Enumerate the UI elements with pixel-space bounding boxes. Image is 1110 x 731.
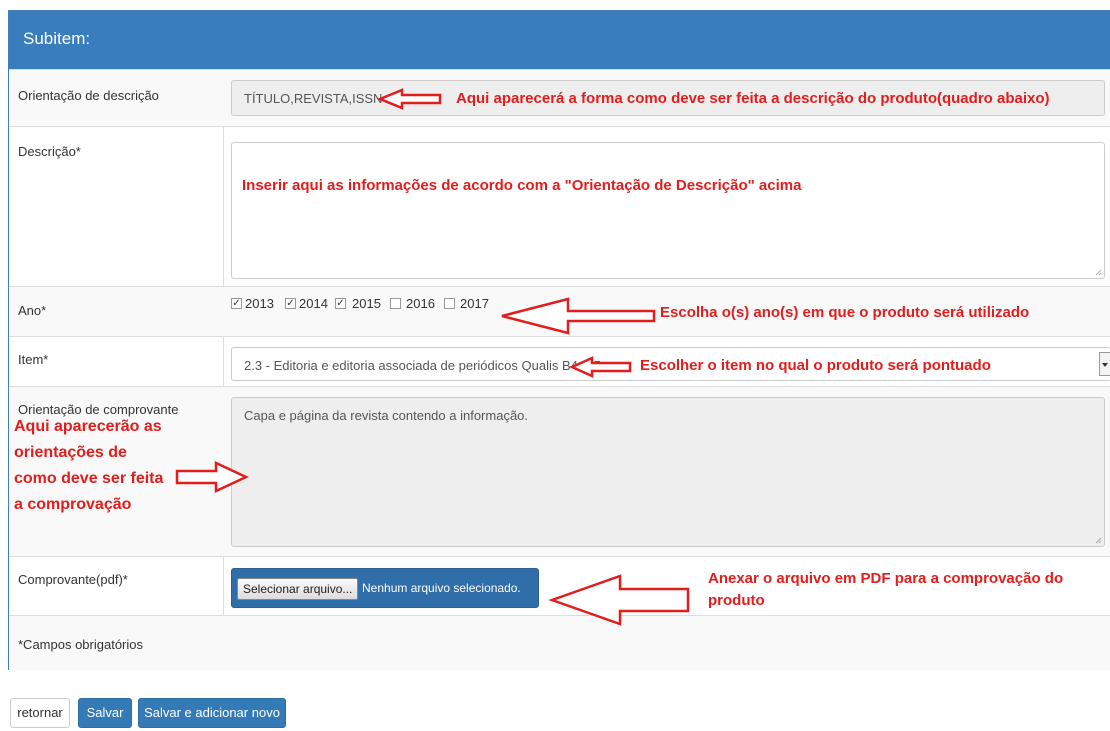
annotation-anexar-line: Anexar o arquivo em PDF para a comprovaç… — [708, 570, 1064, 587]
return-button[interactable]: retornar — [10, 698, 70, 728]
checkbox-2013[interactable]: ✓ — [231, 298, 242, 309]
file-input[interactable]: Selecionar arquivo... Nenhum arquivo sel… — [231, 568, 539, 608]
arrow-right-icon — [175, 461, 249, 493]
annotation-item: Escolher o item no qual o produto será p… — [640, 357, 991, 374]
caret-down-icon — [1102, 363, 1108, 367]
item-label: Item* — [18, 352, 49, 367]
descricao-label: Descrição* — [18, 144, 81, 159]
arrow-left-icon — [548, 574, 690, 626]
annotation-comprovante-line: a comprovação — [14, 496, 132, 513]
save-and-add-new-button[interactable]: Salvar e adicionar novo — [138, 698, 286, 728]
orientacao-descricao-label: Orientação de descrição — [18, 88, 159, 103]
checkbox-2017-label: 2017 — [460, 296, 489, 311]
checkbox-2014-label: 2014 — [299, 296, 328, 311]
resize-grip-icon — [1095, 537, 1102, 544]
checkbox-2016-label: 2016 — [406, 296, 435, 311]
arrow-left-icon — [376, 88, 442, 110]
descricao-textarea[interactable] — [231, 142, 1105, 279]
arrow-left-icon — [568, 356, 632, 378]
resize-grip-icon[interactable] — [1094, 268, 1102, 276]
file-status: Nenhum arquivo selecionado. — [362, 581, 521, 595]
select-file-button[interactable]: Selecionar arquivo... — [237, 578, 359, 600]
orientacao-comprovante-value: Capa e página da revista contendo a info… — [244, 408, 529, 423]
save-button[interactable]: Salvar — [78, 698, 132, 728]
checkbox-2013-label: 2013 — [245, 296, 274, 311]
annotation-orientacao: Aqui aparecerá a forma como deve ser fei… — [456, 90, 1050, 107]
checkbox-2016[interactable] — [390, 298, 401, 309]
panel-title: Subitem: — [23, 29, 91, 48]
annotation-anexar: Anexar o arquivo em PDF para a comprovaç… — [708, 568, 1063, 612]
annotation-comprovante: Aqui aparecerão as orientações de como d… — [14, 414, 163, 518]
row-descricao: Descrição* — [9, 126, 1110, 287]
annotation-anexar-line: produto — [708, 592, 765, 609]
orientacao-comprovante-field: Capa e página da revista contendo a info… — [231, 397, 1105, 547]
comprovante-label: Comprovante(pdf)* — [18, 572, 128, 587]
checkbox-2014[interactable]: ✓ — [285, 298, 296, 309]
annotation-ano: Escolha o(s) ano(s) em que o produto ser… — [660, 304, 1030, 321]
annotation-comprovante-line: Aqui aparecerão as — [14, 418, 162, 435]
panel-header: Subitem: — [9, 11, 1110, 69]
checkbox-2015[interactable]: ✓ — [335, 298, 346, 309]
ano-label: Ano* — [18, 303, 47, 318]
select-dropdown-button[interactable] — [1099, 352, 1110, 376]
annotation-comprovante-line: como deve ser feita — [14, 470, 164, 487]
orientacao-descricao-value: TÍTULO,REVISTA,ISSN — [244, 91, 383, 106]
checkbox-2015-label: 2015 — [352, 296, 381, 311]
required-note: *Campos obrigatórios — [18, 637, 144, 652]
arrow-left-icon — [501, 297, 656, 335]
checkbox-2017[interactable] — [444, 298, 455, 309]
item-selected-value: 2.3 - Editoria e editoria associada de p… — [244, 358, 601, 373]
annotation-descricao: Inserir aqui as informações de acordo co… — [242, 177, 802, 194]
annotation-comprovante-line: orientações de — [14, 444, 127, 461]
